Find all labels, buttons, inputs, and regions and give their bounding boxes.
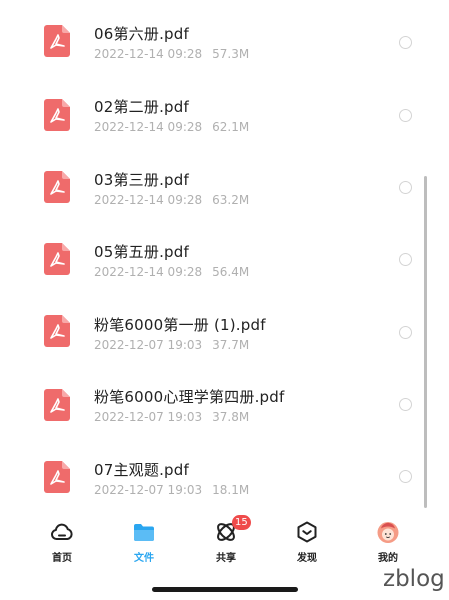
file-date: 2022-12-14 09:28 — [94, 193, 203, 207]
file-meta: 2022-12-14 09:28 57.3M — [94, 47, 249, 61]
select-radio[interactable] — [399, 326, 412, 339]
file-meta: 2022-12-07 19:03 37.7M — [94, 338, 249, 352]
file-row[interactable]: 粉笔6000第一册 (1).pdf 2022-12-07 19:03 37.7M — [0, 288, 449, 360]
select-radio[interactable] — [399, 181, 412, 194]
tab-profile[interactable]: 我的 — [353, 512, 423, 568]
watermark: zblog — [383, 566, 445, 592]
home-cloud-icon — [50, 520, 74, 544]
tab-share[interactable]: 15 共享 — [191, 512, 261, 568]
discover-icon — [295, 520, 319, 544]
file-size: 37.7M — [212, 338, 250, 352]
file-name: 05第五册.pdf — [94, 243, 189, 261]
file-size: 63.2M — [212, 193, 250, 207]
select-radio[interactable] — [399, 470, 412, 483]
file-name: 02第二册.pdf — [94, 98, 189, 116]
file-meta: 2022-12-07 19:03 37.8M — [94, 410, 249, 424]
tab-home[interactable]: 首页 — [27, 512, 97, 568]
bottom-tab-bar: 首页 文件 15 共享 发现 我的 — [0, 512, 449, 568]
scrollbar[interactable] — [424, 176, 427, 508]
pdf-file-icon — [44, 315, 70, 347]
file-row[interactable]: 粉笔6000心理学第四册.pdf 2022-12-07 19:03 37.8M — [0, 360, 449, 432]
pdf-file-icon — [44, 389, 70, 421]
file-name: 粉笔6000第一册 (1).pdf — [94, 316, 266, 334]
file-size: 62.1M — [212, 120, 250, 134]
avatar-icon — [376, 520, 400, 544]
notification-badge: 15 — [232, 515, 251, 530]
file-date: 2022-12-07 19:03 — [94, 483, 203, 497]
file-name: 粉笔6000心理学第四册.pdf — [94, 388, 285, 406]
pdf-file-icon — [44, 99, 70, 131]
tab-label: 共享 — [216, 553, 236, 564]
home-indicator — [152, 587, 298, 592]
folder-icon — [132, 520, 156, 544]
file-date: 2022-12-14 09:28 — [94, 120, 203, 134]
file-size: 37.8M — [212, 410, 250, 424]
file-meta: 2022-12-14 09:28 62.1M — [94, 120, 249, 134]
file-row[interactable]: 05第五册.pdf 2022-12-14 09:28 56.4M — [0, 216, 449, 288]
file-date: 2022-12-07 19:03 — [94, 338, 203, 352]
file-date: 2022-12-07 19:03 — [94, 410, 203, 424]
pdf-file-icon — [44, 25, 70, 57]
tab-label: 文件 — [134, 553, 154, 564]
file-meta: 2022-12-14 09:28 56.4M — [94, 265, 249, 279]
file-list: 06第六册.pdf 2022-12-14 09:28 57.3M 02第二册.pd… — [0, 0, 449, 512]
file-row[interactable]: 03第三册.pdf 2022-12-14 09:28 63.2M — [0, 144, 449, 216]
file-size: 56.4M — [212, 265, 250, 279]
file-date: 2022-12-14 09:28 — [94, 265, 203, 279]
pdf-file-icon — [44, 243, 70, 275]
tab-label: 首页 — [52, 553, 72, 564]
select-radio[interactable] — [399, 253, 412, 266]
file-row[interactable]: 07主观题.pdf 2022-12-07 19:03 18.1M — [0, 432, 449, 504]
file-name: 03第三册.pdf — [94, 171, 189, 189]
file-size: 57.3M — [212, 47, 250, 61]
file-name: 06第六册.pdf — [94, 25, 189, 43]
file-date: 2022-12-14 09:28 — [94, 47, 203, 61]
file-name: 07主观题.pdf — [94, 461, 189, 479]
select-radio[interactable] — [399, 109, 412, 122]
tab-discover[interactable]: 发现 — [272, 512, 342, 568]
select-radio[interactable] — [399, 398, 412, 411]
pdf-file-icon — [44, 171, 70, 203]
file-row[interactable]: 06第六册.pdf 2022-12-14 09:28 57.3M — [0, 0, 449, 72]
file-row[interactable]: 02第二册.pdf 2022-12-14 09:28 62.1M — [0, 72, 449, 144]
tab-files[interactable]: 文件 — [109, 512, 179, 568]
file-meta: 2022-12-07 19:03 18.1M — [94, 483, 249, 497]
pdf-file-icon — [44, 461, 70, 493]
tab-label: 我的 — [378, 553, 398, 564]
tab-label: 发现 — [297, 553, 317, 564]
file-meta: 2022-12-14 09:28 63.2M — [94, 193, 249, 207]
select-radio[interactable] — [399, 36, 412, 49]
file-size: 18.1M — [212, 483, 250, 497]
